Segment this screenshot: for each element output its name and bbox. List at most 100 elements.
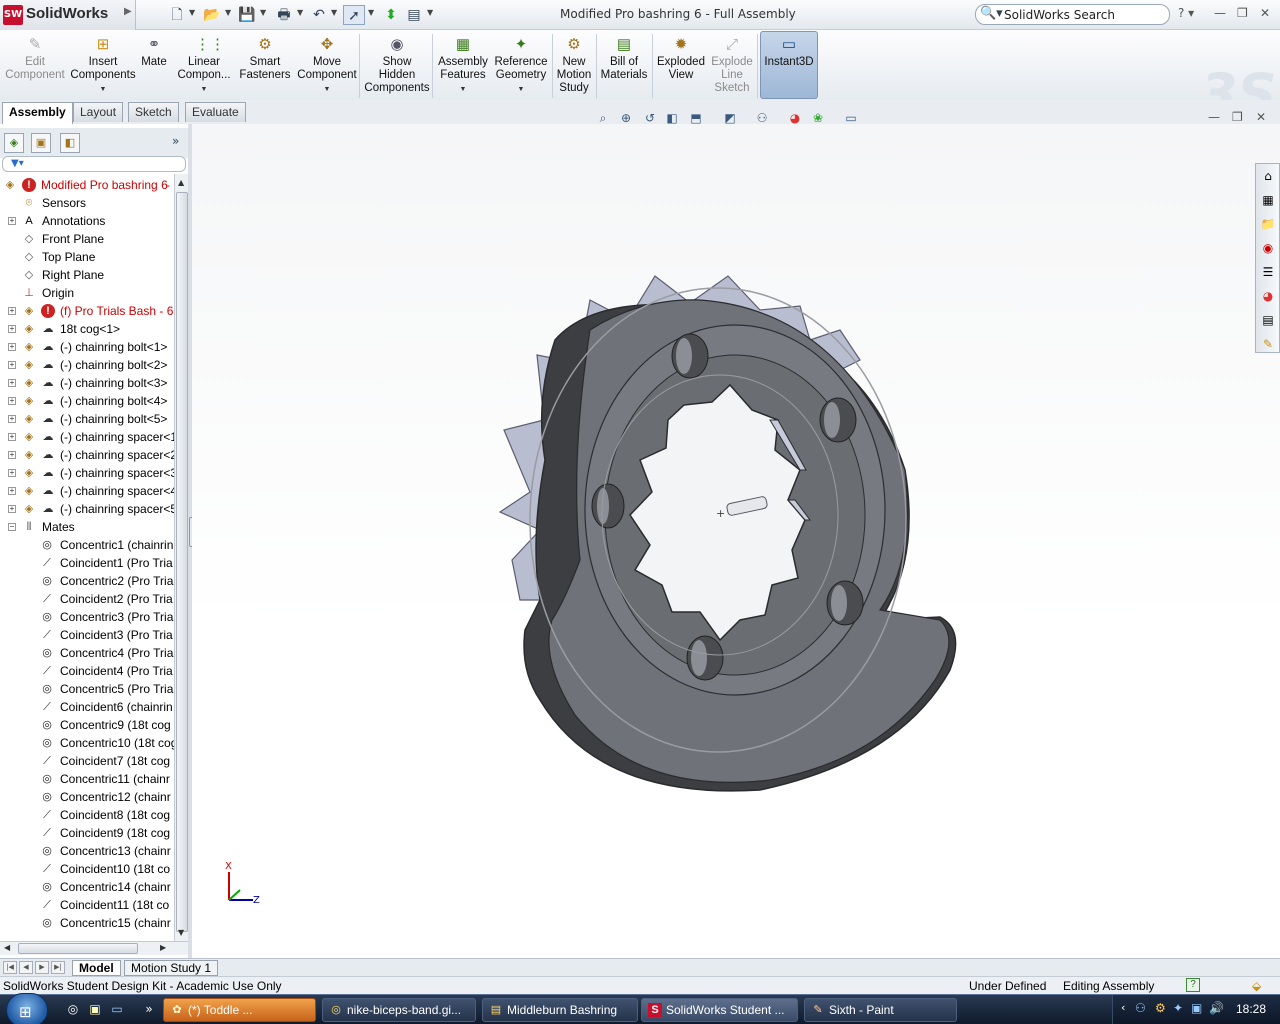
tag-icon[interactable]: ⬙: [1252, 977, 1261, 995]
scroll-left-icon[interactable]: ◀: [4, 943, 10, 952]
chevron-down-icon[interactable]: ▼: [189, 8, 195, 17]
tree-horizontal-scrollbar[interactable]: ◀ ▶: [0, 941, 188, 955]
design-library-icon[interactable]: ▦: [1258, 190, 1278, 210]
ribbon-button-show-hidden[interactable]: ◉ Show Hidden Components: [362, 32, 432, 100]
apply-scene-icon[interactable]: ❀: [810, 110, 826, 126]
display-icon[interactable]: ▣: [1191, 1001, 1202, 1015]
network-icon[interactable]: ⚇: [1135, 1001, 1146, 1015]
search-input[interactable]: 🔍▾ SolidWorks Search: [975, 4, 1170, 25]
section-view-icon[interactable]: ◧: [664, 110, 680, 126]
restore-icon[interactable]: ❐: [1232, 110, 1243, 124]
chevron-down-icon[interactable]: ▼: [492, 83, 550, 96]
appearances-icon[interactable]: ◕: [1258, 286, 1278, 306]
ribbon-button-explode-line[interactable]: ⤢ Explode Line Sketch: [708, 32, 756, 100]
zoom-to-fit-icon[interactable]: ⌕: [595, 110, 611, 126]
hide-show-items-icon[interactable]: ⚇: [754, 110, 770, 126]
expand-icon[interactable]: +: [8, 361, 16, 369]
view-settings-icon[interactable]: ▭: [843, 110, 859, 126]
model-view[interactable]: +: [192, 124, 1280, 960]
previous-tab-icon[interactable]: ◀: [19, 961, 33, 974]
close-icon[interactable]: ✕: [1260, 6, 1270, 20]
chevron-down-icon[interactable]: ▼: [260, 8, 266, 17]
chevron-down-icon[interactable]: ▼: [427, 8, 433, 17]
zoom-to-area-icon[interactable]: ⊕: [618, 110, 634, 126]
chevron-down-icon[interactable]: ▼: [70, 83, 136, 96]
ribbon-button-assembly-features[interactable]: ▦ Assembly Features ▼: [436, 32, 490, 100]
expand-icon[interactable]: +: [8, 487, 16, 495]
tab-evaluate[interactable]: Evaluate: [185, 102, 246, 122]
ribbon-button-mate[interactable]: ⚭ Mate: [140, 32, 168, 100]
expand-icon[interactable]: +: [8, 307, 16, 315]
expand-icon[interactable]: +: [8, 343, 16, 351]
expand-icon[interactable]: +: [8, 217, 16, 225]
print-icon[interactable]: 🖶: [273, 5, 295, 25]
expand-icon[interactable]: +: [8, 469, 16, 477]
ribbon-button-exploded-view[interactable]: ✹ Exploded View: [656, 32, 706, 100]
ribbon-button-smart-fasteners[interactable]: ⚙ Smart Fasteners: [238, 32, 292, 100]
first-tab-icon[interactable]: |◀: [3, 961, 17, 974]
ribbon-button-motion-study[interactable]: ⚙ New Motion Study: [556, 32, 592, 100]
chevron-down-icon[interactable]: ▼: [225, 8, 231, 17]
undo-icon[interactable]: ↶: [308, 5, 330, 25]
tab-model[interactable]: Model: [72, 960, 121, 976]
expand-icon[interactable]: +: [8, 379, 16, 387]
scroll-thumb[interactable]: [176, 192, 188, 932]
graphics-area[interactable]: + X Z: [192, 124, 1280, 960]
last-tab-icon[interactable]: ▶|: [51, 961, 65, 974]
previous-view-icon[interactable]: ↺: [642, 110, 658, 126]
save-icon[interactable]: 💾: [236, 5, 258, 25]
ribbon-button-reference-geometry[interactable]: ✦ Reference Geometry ▼: [492, 32, 550, 100]
open-folder-icon[interactable]: 📂: [201, 5, 223, 25]
solidworks-menu-button[interactable]: SW SolidWorks ▶: [0, 0, 136, 30]
show-desktop-icon[interactable]: ▭: [108, 1000, 126, 1018]
chevron-down-icon[interactable]: ▼: [172, 83, 236, 96]
more-quicklaunch-icon[interactable]: »: [140, 1000, 158, 1018]
taskbar-item[interactable]: ▤ Middleburn Bashring: [482, 998, 638, 1022]
tab-sketch[interactable]: Sketch: [128, 102, 179, 122]
close-icon[interactable]: ✕: [1256, 110, 1266, 124]
chevron-down-icon[interactable]: ▼: [368, 8, 374, 17]
edit-appearance-icon[interactable]: ◕: [787, 110, 803, 126]
start-button[interactable]: ⊞: [6, 993, 48, 1024]
expand-icon[interactable]: +: [8, 433, 16, 441]
tree-vertical-scrollbar[interactable]: ▲ ▼: [174, 174, 188, 942]
configuration-manager-tab-icon[interactable]: ◧: [60, 133, 80, 153]
search-results-icon[interactable]: ◉: [1258, 238, 1278, 258]
scroll-up-icon[interactable]: ▲: [178, 178, 184, 187]
minimize-icon[interactable]: —: [1208, 110, 1220, 124]
tray-app-icon[interactable]: ⚙: [1155, 1001, 1166, 1015]
view-palette-icon[interactable]: ☰: [1258, 262, 1278, 282]
expand-icon[interactable]: +: [8, 415, 16, 423]
media-icon[interactable]: ▣: [86, 1000, 104, 1018]
scroll-down-icon[interactable]: ▼: [178, 928, 184, 937]
tray-expand-icon[interactable]: ‹: [1121, 1001, 1125, 1014]
select-pointer-icon[interactable]: ➚: [343, 5, 365, 25]
ribbon-button-instant3d[interactable]: ▭ Instant3D: [762, 32, 816, 100]
chrome-icon[interactable]: ◎: [64, 1000, 82, 1018]
view-orientation-icon[interactable]: ⬒: [688, 110, 704, 126]
tree-filter-input[interactable]: ▼▾: [2, 156, 186, 172]
chevron-down-icon[interactable]: ▼: [296, 83, 358, 96]
rebuild-icon[interactable]: ⬍: [380, 5, 402, 25]
new-document-icon[interactable]: 🗋: [166, 5, 188, 25]
ribbon-button-linear-pattern[interactable]: ⋮⋮ Linear Compon... ▼: [172, 32, 236, 100]
next-tab-icon[interactable]: ▶: [35, 961, 49, 974]
bluetooth-icon[interactable]: ✦: [1173, 1001, 1183, 1015]
ribbon-button-insert-components[interactable]: ⊞ Insert Components ▼: [70, 32, 136, 100]
volume-icon[interactable]: 🔊: [1209, 1001, 1224, 1015]
tab-motion-study-1[interactable]: Motion Study 1: [124, 960, 219, 976]
solidworks-resources-icon[interactable]: ⌂: [1258, 166, 1278, 186]
display-style-icon[interactable]: ◩: [722, 110, 738, 126]
chevron-down-icon[interactable]: ▼: [297, 8, 303, 17]
help-icon[interactable]: ?: [1186, 978, 1200, 992]
help-icon[interactable]: ? ▾: [1178, 6, 1194, 20]
taskbar-item[interactable]: ✎ Sixth - Paint: [804, 998, 957, 1022]
expand-icon[interactable]: +: [8, 397, 16, 405]
tab-assembly[interactable]: Assembly: [2, 102, 73, 124]
options-icon[interactable]: ▤: [403, 5, 425, 25]
ribbon-button-edit-component[interactable]: ✎ Edit Component: [2, 32, 68, 100]
expand-icon[interactable]: +: [8, 505, 16, 513]
scroll-thumb[interactable]: [18, 943, 138, 954]
taskbar-item[interactable]: S SolidWorks Student ...: [641, 998, 798, 1022]
minimize-icon[interactable]: —: [1214, 6, 1226, 20]
